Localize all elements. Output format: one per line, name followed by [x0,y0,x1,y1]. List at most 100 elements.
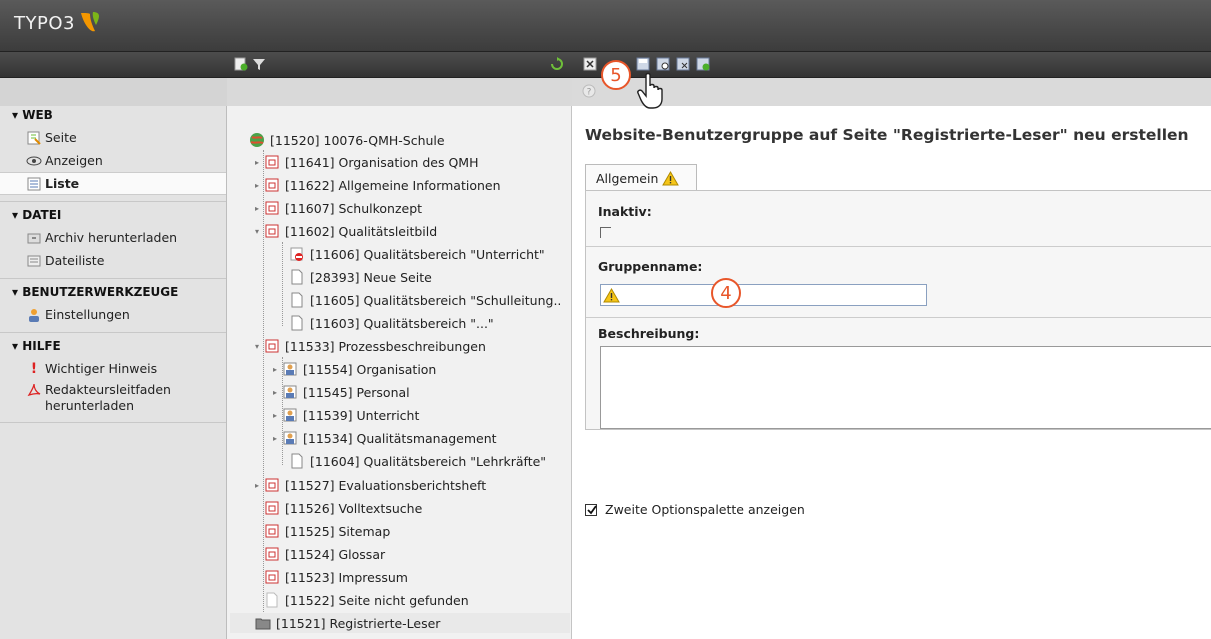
inaktiv-checkbox[interactable] [600,227,611,238]
tree-node-label: [11605] Qualitätsbereich "Schulleitung.. [310,292,562,308]
module-group-benutzerwerkzeuge: ▾ BENUTZERWERKZEUGE Einstellungen [0,279,226,333]
module-group-title[interactable]: ▾ BENUTZERWERKZEUGE [0,283,226,303]
tree-node[interactable]: ▸ [11622] Allgemeine Informationen [255,175,501,195]
save-and-close-icon[interactable] [696,57,710,71]
inaktiv-label: Inaktiv: [598,204,652,219]
beschreibung-textarea[interactable] [600,346,1211,429]
module-group-hilfe: ▾ HILFE ! Wichtiger Hinweis Redakteursle… [0,333,226,423]
tree-node[interactable]: [11603] Qualitätsbereich "..." [289,313,494,333]
help-icon[interactable]: ? [582,84,596,98]
module-item-leitfaden[interactable]: Redakteursleitfaden herunterladen [0,380,226,416]
tree-node[interactable]: ▸ [11527] Evaluationsberichtsheft [255,475,486,495]
new-page-icon[interactable] [234,57,248,71]
callout-number: 5 [610,64,622,86]
tree-node-label: [11602] Qualitätsleitbild [285,223,438,239]
tree-node-label: [11534] Qualitätsmanagement [303,430,497,446]
tree-node[interactable]: [11520] 10076-QMH-Schule [249,130,445,150]
tree-node-label: [11526] Volltextsuche [285,500,423,516]
module-item-hinweis[interactable]: ! Wichtiger Hinweis [0,357,226,380]
module-item-label: Einstellungen [45,307,130,322]
expand-icon[interactable]: ▸ [255,181,264,190]
tree-node[interactable]: ▾ [11533] Prozessbeschreibungen [255,336,486,356]
expand-icon[interactable]: ▸ [273,388,282,397]
module-item-einstellungen[interactable]: Einstellungen [0,303,226,326]
close-document-icon[interactable] [583,57,597,71]
tree-node-label: [11522] Seite nicht gefunden [285,592,469,608]
page-title: Website-Benutzergruppe auf Seite "Regist… [585,126,1189,144]
tree-node[interactable]: ▸ [11607] Schulkonzept [255,198,422,218]
tree-guide-line [282,242,283,326]
expand-icon[interactable]: ▸ [273,365,282,374]
tree-node[interactable]: [11523] Impressum [264,567,408,587]
expand-icon[interactable]: ▸ [255,204,264,213]
typo3-logo-icon [80,12,99,32]
main-content: Website-Benutzergruppe auf Seite "Regist… [572,106,1211,639]
svg-text:?: ? [587,88,592,98]
tree-node[interactable]: [11526] Volltextsuche [264,498,422,518]
callout-4: 4 [711,278,741,308]
tree-node-label: [11545] Personal [303,384,410,400]
warning-icon [603,288,620,303]
filter-icon[interactable] [252,57,266,71]
module-item-archiv[interactable]: Archiv herunterladen [0,226,226,249]
tree-node[interactable]: [28393] Neue Seite [289,267,432,287]
user-page-icon [283,431,297,445]
warning-icon [662,170,680,185]
pdf-icon [27,383,41,397]
tab-label: Allgemein [596,170,659,186]
gruppenname-input[interactable] [600,284,927,306]
collapse-icon[interactable]: ▾ [255,342,264,351]
hand-cursor-icon [637,72,663,109]
folder-icon [255,618,271,630]
tree-node-label: [11524] Glossar [285,546,386,562]
tree-node[interactable]: ▸ [11641] Organisation des QMH [255,152,478,172]
edit-form: Inaktiv: Gruppenname: Beschreibung: [585,190,1211,430]
expand-icon[interactable]: ▸ [255,481,264,490]
page-folder-icon [265,155,279,169]
typo3-logo[interactable]: TYPO3 [14,11,101,35]
tree-node[interactable]: [11604] Qualitätsbereich "Lehrkräfte" [289,451,546,471]
module-item-seite[interactable]: Seite [0,126,226,149]
second-options-checkbox[interactable] [585,503,597,516]
tree-node[interactable]: ▸ [11539] Unterricht [273,405,419,425]
user-page-icon [283,408,297,422]
page-folder-icon [265,224,279,238]
module-item-anzeigen[interactable]: Anzeigen [0,149,226,172]
tree-node[interactable]: [11522] Seite nicht gefunden [264,590,469,610]
module-group-title[interactable]: ▾ DATEI [0,206,226,226]
tree-node[interactable]: [11605] Qualitätsbereich "Schulleitung.. [289,290,561,310]
form-row-gruppenname: Gruppenname: [586,247,1211,318]
tree-node[interactable]: ▾ [11602] Qualitätsleitbild [255,221,437,241]
save-icon[interactable] [636,57,650,71]
beschreibung-label: Beschreibung: [598,326,700,341]
save-and-new-icon[interactable] [676,57,690,71]
refresh-icon[interactable] [550,57,564,71]
tab-allgemein[interactable]: Allgemein [585,164,697,191]
expand-icon[interactable]: ▸ [273,411,282,420]
second-options-toggle[interactable]: Zweite Optionspalette anzeigen [585,502,805,517]
expand-icon[interactable]: ▸ [255,158,264,167]
module-item-liste[interactable]: Liste [0,172,226,195]
expand-icon[interactable]: ▸ [273,434,282,443]
tree-node[interactable]: [11606] Qualitätsbereich "Unterricht" [289,244,545,264]
tree-node-label: [11606] Qualitätsbereich "Unterricht" [310,246,545,262]
globe-icon [250,133,264,147]
module-item-dateiliste[interactable]: Dateiliste [0,249,226,272]
page-icon [291,315,303,331]
user-settings-icon [29,308,39,322]
tree-node-label: [11607] Schulkonzept [285,200,423,216]
page-folder-icon [265,339,279,353]
tree-node-label: [11539] Unterricht [303,407,420,423]
exclamation-icon: ! [30,360,38,377]
collapse-icon[interactable]: ▾ [255,227,264,236]
module-item-label: Wichtiger Hinweis [45,361,158,376]
module-group-title[interactable]: ▾ HILFE [0,337,226,357]
save-and-view-icon[interactable] [656,57,670,71]
tree-node-selected[interactable]: [11521] Registrierte-Leser [230,613,570,633]
tree-node[interactable]: [11524] Glossar [264,544,385,564]
tree-node[interactable]: ▸ [11534] Qualitätsmanagement [273,428,497,448]
tree-node[interactable]: [11525] Sitemap [264,521,390,541]
tree-node[interactable]: ▸ [11554] Organisation [273,359,436,379]
tree-node[interactable]: ▸ [11545] Personal [273,382,410,402]
module-group-title[interactable]: ▾ WEB [0,106,226,126]
